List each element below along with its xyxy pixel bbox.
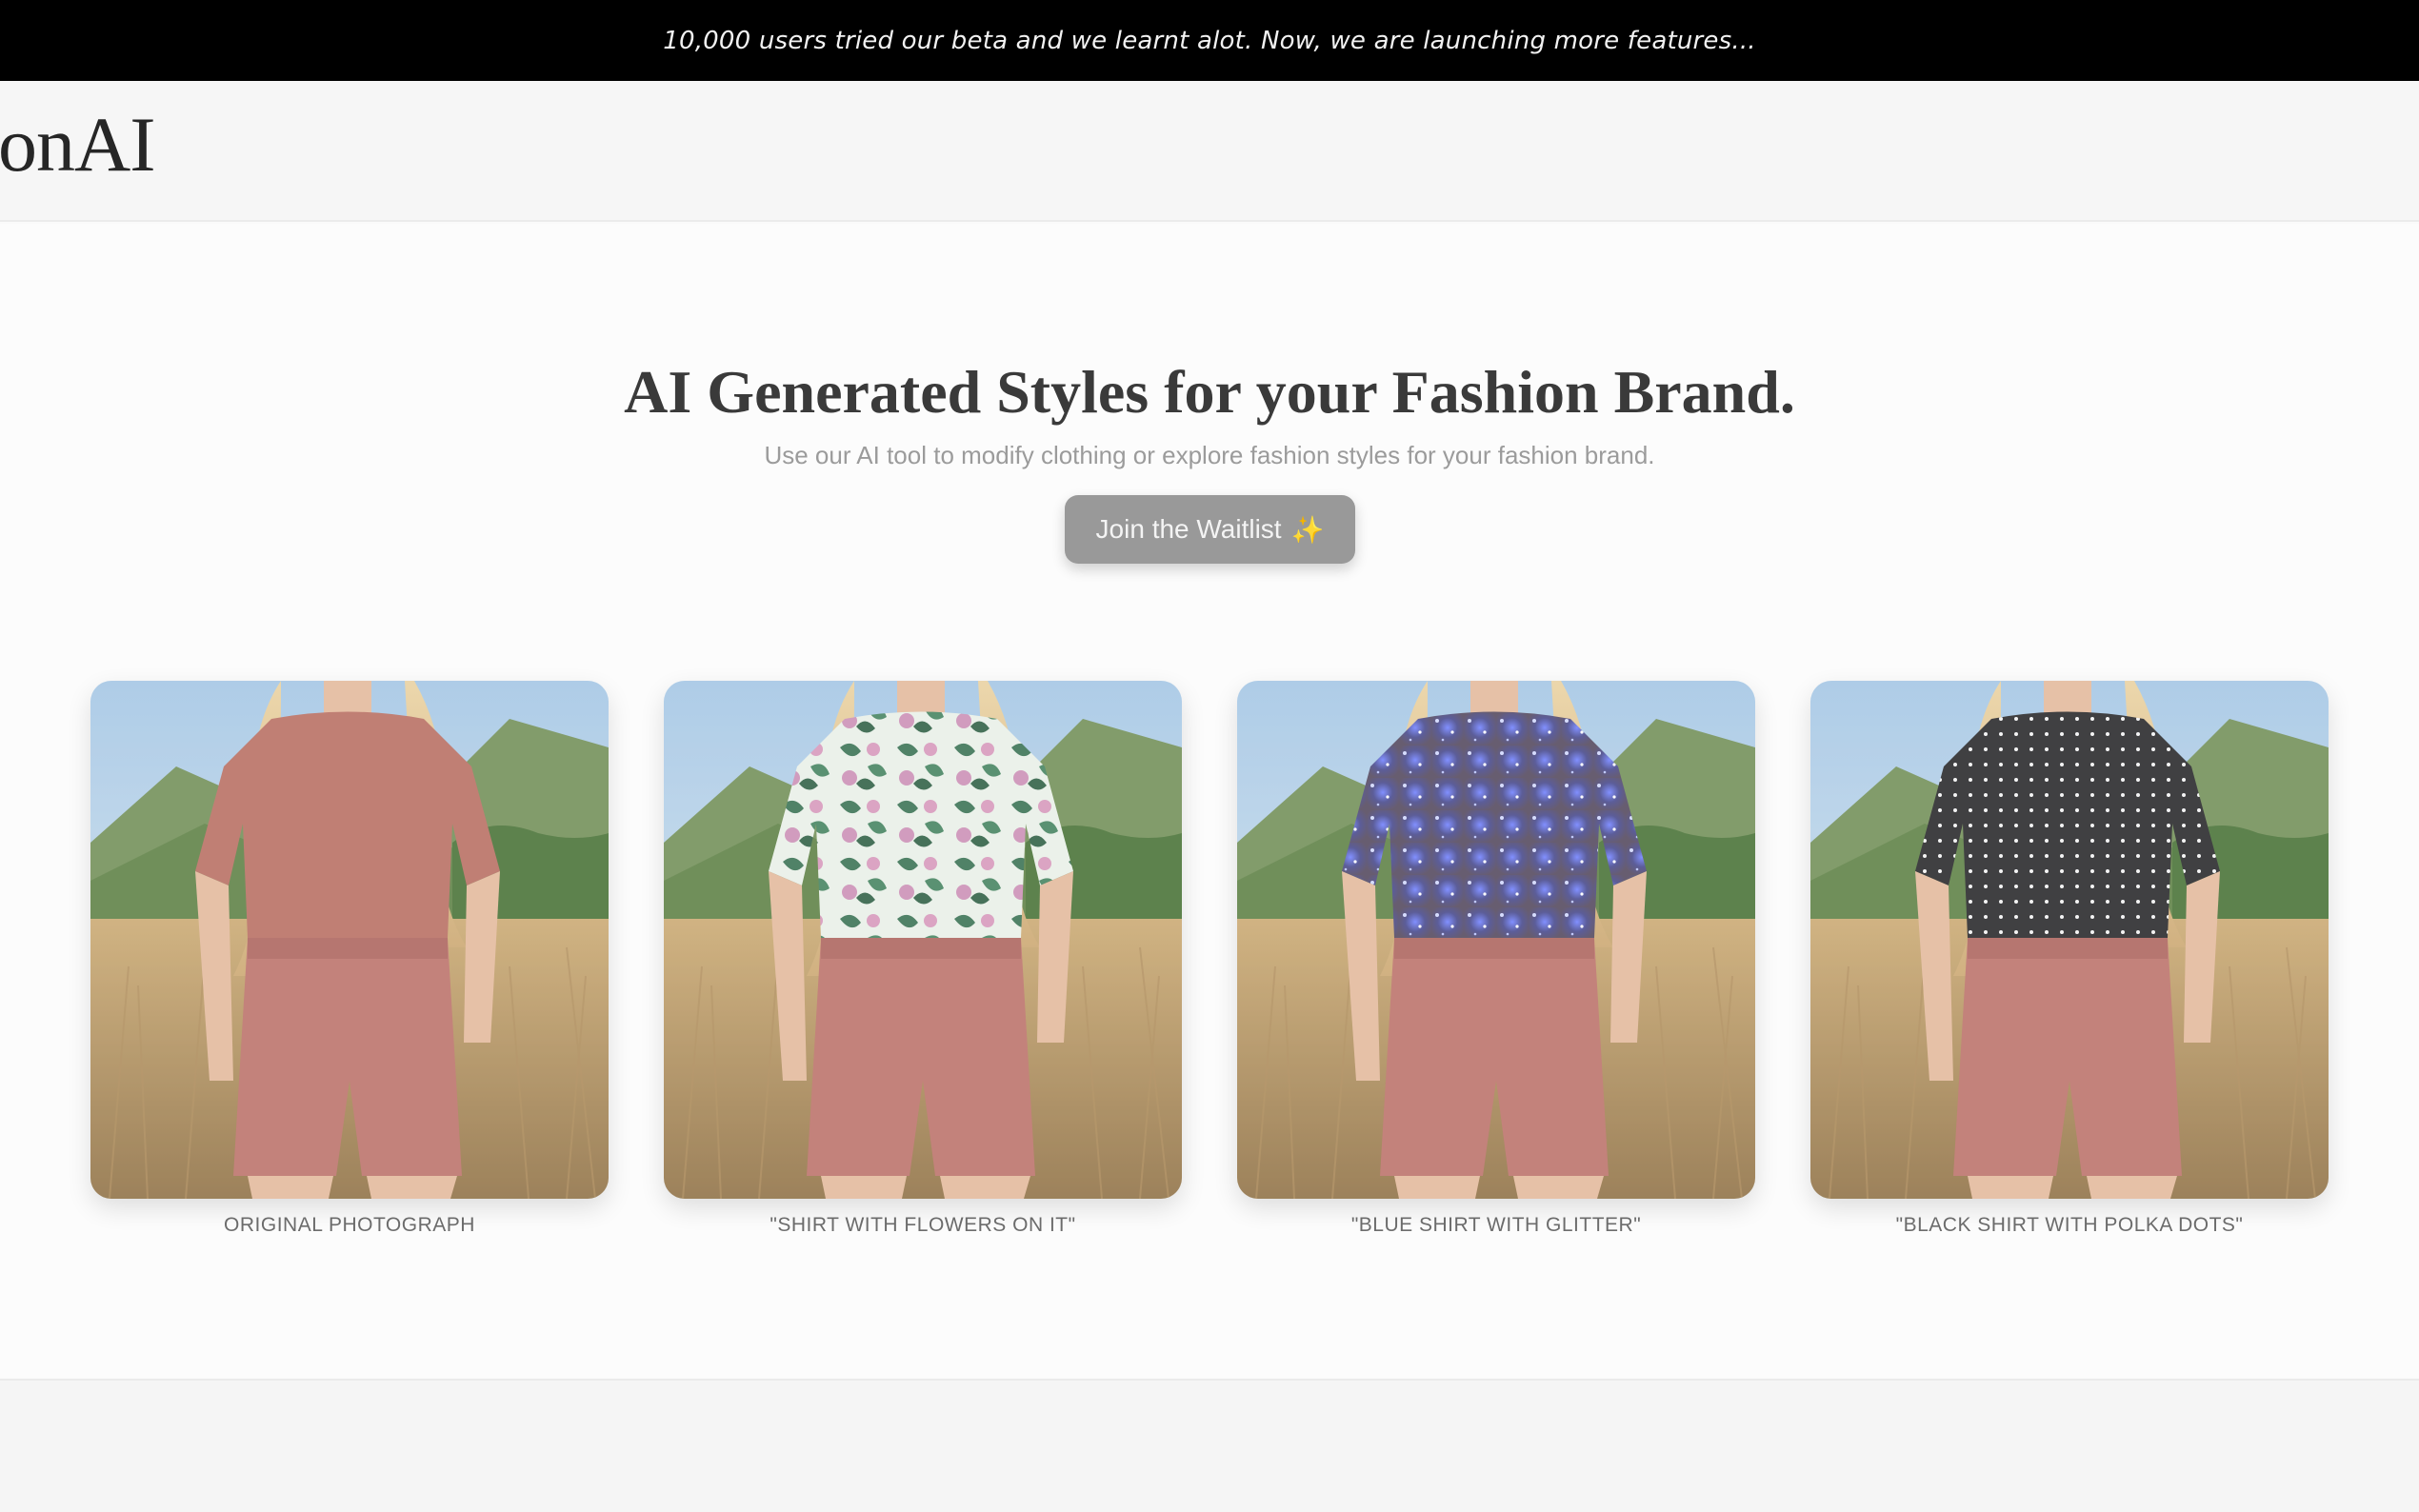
- gallery-card: "BLACK SHIRT WITH POLKA DOTS": [1810, 681, 2329, 1237]
- gallery-caption: "SHIRT WITH FLOWERS ON IT": [770, 1214, 1076, 1236]
- join-waitlist-label: Join the Waitlist: [1095, 514, 1282, 544]
- gallery-photo-original: [90, 681, 609, 1199]
- announcement-text: 10,000 users tried our beta and we learn…: [663, 26, 1756, 55]
- gallery-photo-floral: [664, 681, 1182, 1199]
- gallery-photo-glitter: [1237, 681, 1755, 1199]
- gallery-photo-polka: [1810, 681, 2329, 1199]
- gallery-caption: ORIGINAL PHOTOGRAPH: [224, 1214, 475, 1236]
- gallery-card: "BLUE SHIRT WITH GLITTER": [1237, 681, 1755, 1237]
- announcement-bar: 10,000 users tried our beta and we learn…: [0, 0, 2419, 81]
- hero-title: AI Generated Styles for your Fashion Bra…: [624, 358, 1795, 426]
- top-navbar: onAI: [0, 81, 2419, 222]
- next-section: [0, 1379, 2419, 1512]
- gallery-caption: "BLUE SHIRT WITH GLITTER": [1350, 1214, 1642, 1236]
- gallery-card: "SHIRT WITH FLOWERS ON IT": [664, 681, 1182, 1237]
- join-waitlist-button[interactable]: Join the Waitlist ✨: [1065, 495, 1355, 564]
- gallery-card: ORIGINAL PHOTOGRAPH: [90, 681, 609, 1237]
- hero-subtitle: Use our AI tool to modify clothing or ex…: [764, 441, 1655, 469]
- gallery-caption: "BLACK SHIRT WITH POLKA DOTS": [1895, 1214, 2244, 1236]
- style-gallery: ORIGINAL PHOTOGRAPH "SHIRT WITH FLOWERS …: [90, 681, 2329, 1271]
- brand-logo[interactable]: onAI: [0, 106, 156, 184]
- hero-section: AI Generated Styles for your Fashion Bra…: [0, 224, 2419, 1378]
- sparkles-icon: ✨: [1290, 514, 1325, 545]
